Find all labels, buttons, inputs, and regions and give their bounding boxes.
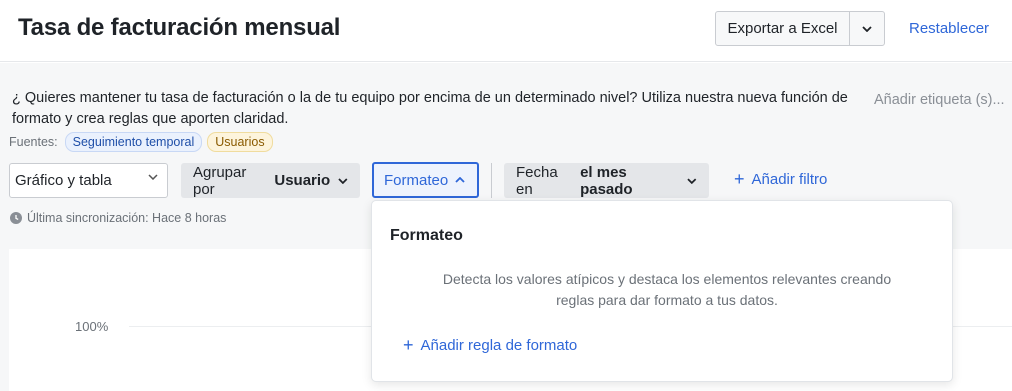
page-header: Tasa de facturación mensual Exportar a E… [0,0,1012,62]
plus-icon: + [403,335,414,355]
export-button-group: Exportar a Excel [715,11,885,46]
controls-divider [491,163,492,198]
group-by-value: Usuario [274,172,331,189]
add-format-rule-label: Añadir regla de formato [420,337,578,354]
chevron-down-icon [687,177,697,184]
date-filter-value: el mes pasado [580,163,633,198]
popover-title: Formateo [390,227,463,244]
formatting-label: Formateo [384,171,449,189]
add-tag-link[interactable]: Añadir etiqueta (s)... [874,92,1005,108]
add-format-rule-button[interactable]: + Añadir regla de formato [403,335,578,355]
group-by-button[interactable]: Agrupar por Usuario [181,163,360,198]
chevron-down-icon [148,174,158,180]
reset-link[interactable]: Restablecer [909,20,989,37]
sync-status: Última sincronización: Hace 8 horas [10,211,226,225]
add-filter-label: Añadir filtro [751,171,828,188]
chevron-down-icon [862,25,872,32]
source-chip-time-tracking[interactable]: Seguimiento temporal [64,132,203,152]
formatting-popover: Formateo Detecta los valores atípicos y … [371,200,953,382]
chevron-up-icon [455,177,465,183]
source-chip-users[interactable]: Usuarios [207,132,273,152]
y-tick-label: 100% [75,319,109,334]
date-filter-prefix: Fecha en [516,163,558,198]
view-select[interactable]: Gráfico y tabla [9,163,168,198]
controls-bar: Gráfico y tabla Agrupar por Usuario Form… [0,162,1012,198]
group-by-prefix: Agrupar por [193,163,247,198]
date-filter-button[interactable]: Fecha en el mes pasado [504,163,709,198]
add-filter-button[interactable]: + Añadir filtro [734,169,828,189]
sources-label: Fuentes: [9,135,58,149]
view-select-value: Gráfico y tabla [15,172,112,189]
export-dropdown-button[interactable] [850,12,884,45]
popover-description: Detecta los valores atípicos y destaca l… [442,271,892,308]
sync-text: Última sincronización: Hace 8 horas [27,211,227,225]
formatting-button[interactable]: Formateo [372,162,479,198]
plus-icon: + [734,169,745,189]
page-title: Tasa de facturación mensual [18,14,341,41]
clock-icon [10,212,22,224]
chevron-down-icon [338,177,348,184]
export-excel-button[interactable]: Exportar a Excel [716,12,850,45]
report-description: ¿ Quieres mantener tu tasa de facturació… [12,90,848,127]
sources-row: Fuentes: Seguimiento temporal Usuarios [9,132,273,152]
